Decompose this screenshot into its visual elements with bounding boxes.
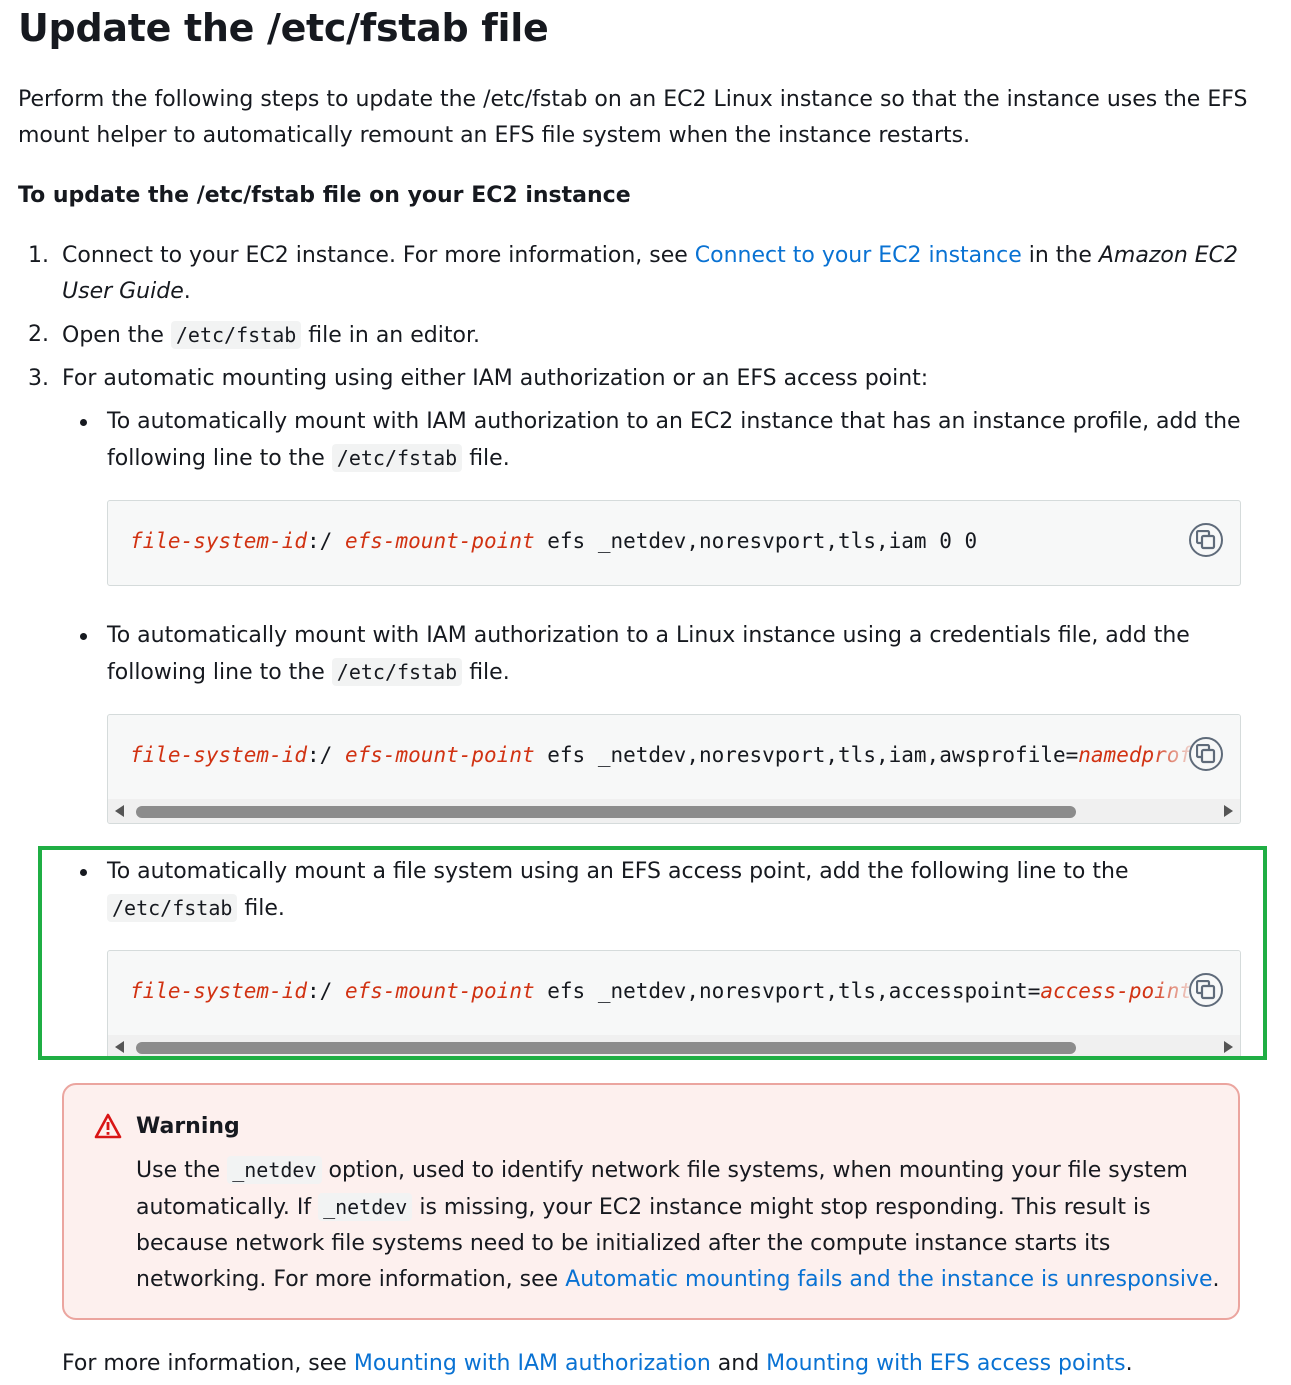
code-block-credentials: file-system-id:/ efs-mount-point efs _ne…	[107, 714, 1241, 824]
footer-paragraph: For more information, see Mounting with …	[62, 1346, 1133, 1382]
step-1: Connect to your EC2 instance. For more i…	[62, 238, 1262, 274]
file-system-id-placeholder: file-system-id	[130, 529, 308, 553]
bullet-1-pre: following line to the	[107, 446, 332, 471]
mount-point-placeholder: efs-mount-point	[344, 529, 535, 553]
bullet-2-line-2: following line to the /etc/fstab file.	[107, 654, 1277, 691]
bullet-1-line-1: To automatically mount with IAM authoriz…	[107, 409, 1241, 434]
footer-text: .	[1125, 1351, 1133, 1376]
step-2-post: file in an editor.	[301, 323, 480, 348]
bullet-2-post: file.	[462, 660, 510, 685]
code-line: file-system-id:/ efs-mount-point efs _ne…	[130, 529, 977, 553]
page-title: Update the /etc/fstab file	[18, 6, 549, 50]
highlight-box	[38, 846, 1267, 1060]
copy-icon	[1196, 744, 1216, 764]
step-1-end: .	[183, 279, 191, 304]
step-number: 1.	[28, 243, 49, 268]
bullet-2-line-1: To automatically mount with IAM authoriz…	[107, 623, 1190, 648]
code-rest: efs _netdev,noresvport,tls,iam,awsprofil…	[534, 743, 1079, 767]
code-block-iam: file-system-id:/ efs-mount-point efs _ne…	[107, 500, 1241, 586]
warning-text: is missing, your EC2 instance might stop…	[412, 1195, 1151, 1220]
copy-button[interactable]	[1189, 737, 1223, 771]
warning-text: .	[1212, 1267, 1220, 1292]
step-1-line-2: User Guide.	[62, 274, 191, 310]
scroll-left-icon[interactable]	[115, 805, 124, 817]
warning-title: Warning	[136, 1114, 240, 1139]
bullet-1-post: file.	[462, 446, 510, 471]
bullet-dot	[80, 633, 87, 640]
file-system-id-placeholder: file-system-id	[130, 743, 308, 767]
intro-line-1: Perform the following steps to update th…	[18, 87, 1248, 112]
warning-line-2: automatically. If _netdev is missing, yo…	[136, 1189, 1226, 1226]
warning-text: Use the	[136, 1158, 228, 1183]
footer-text: and	[710, 1351, 767, 1376]
inline-code: _netdev	[227, 1156, 322, 1184]
inline-code: _netdev	[318, 1193, 413, 1221]
mount-point-placeholder: efs-mount-point	[344, 743, 535, 767]
step-2: Open the /etc/fstab file in an editor.	[62, 317, 480, 354]
inline-code: /etc/fstab	[331, 444, 463, 472]
scroll-thumb[interactable]	[136, 806, 1076, 818]
warning-triangle-icon	[94, 1113, 122, 1139]
step-1-text: Connect to your EC2 instance. For more i…	[62, 243, 695, 268]
step-1-mid: in the	[1021, 243, 1099, 268]
horizontal-scrollbar[interactable]	[108, 799, 1240, 823]
bullet-2-pre: following line to the	[107, 660, 332, 685]
code-rest: efs _netdev,noresvport,tls,iam 0 0	[534, 529, 978, 553]
mounting-access-points-link[interactable]: Mounting with EFS access points	[766, 1351, 1125, 1376]
bullet-dot	[80, 419, 87, 426]
bullet-1: To automatically mount with IAM authoriz…	[107, 404, 1277, 477]
mounting-iam-link[interactable]: Mounting with IAM authorization	[354, 1351, 711, 1376]
copy-icon	[1196, 530, 1216, 550]
procedure-title: To update the /etc/fstab file on your EC…	[18, 183, 631, 208]
intro-line-2: mount helper to automatically remount an…	[18, 123, 971, 148]
ec2-guide-title: Amazon EC2	[1098, 243, 1239, 268]
scroll-right-icon[interactable]	[1224, 805, 1233, 817]
step-number: 2.	[28, 322, 49, 347]
connect-ec2-link[interactable]: Connect to your EC2 instance	[695, 243, 1022, 268]
warning-text: option, used to identify network file sy…	[321, 1158, 1188, 1183]
code-separator: :/	[307, 743, 345, 767]
warning-line-1: Use the _netdev option, used to identify…	[136, 1152, 1226, 1189]
warning-text: automatically. If	[136, 1195, 319, 1220]
step-3: For automatic mounting using either IAM …	[62, 366, 929, 391]
bullet-1-line-2: following line to the /etc/fstab file.	[107, 440, 1277, 477]
intro-paragraph: Perform the following steps to update th…	[18, 82, 1278, 154]
inline-code: /etc/fstab	[170, 321, 302, 349]
warning-line-4: networking. For more information, see Au…	[136, 1262, 1226, 1298]
footer-text: For more information, see	[62, 1351, 354, 1376]
automatic-mounting-fails-link[interactable]: Automatic mounting fails and the instanc…	[565, 1267, 1212, 1292]
copy-button[interactable]	[1189, 523, 1223, 557]
step-2-text: Open the	[62, 323, 171, 348]
bullet-2: To automatically mount with IAM authoriz…	[107, 618, 1277, 691]
warning-alert: Warning Use the _netdev option, used to …	[62, 1083, 1240, 1320]
code-line: file-system-id:/ efs-mount-point efs _ne…	[130, 743, 1230, 767]
user-guide-title: User Guide	[62, 279, 184, 304]
warning-body: Use the _netdev option, used to identify…	[136, 1152, 1226, 1298]
warning-text: networking. For more information, see	[136, 1267, 566, 1292]
warning-line-3: because network file systems need to be …	[136, 1231, 1111, 1256]
inline-code: /etc/fstab	[331, 658, 463, 686]
step-number: 3.	[28, 366, 49, 391]
code-separator: :/	[307, 529, 345, 553]
